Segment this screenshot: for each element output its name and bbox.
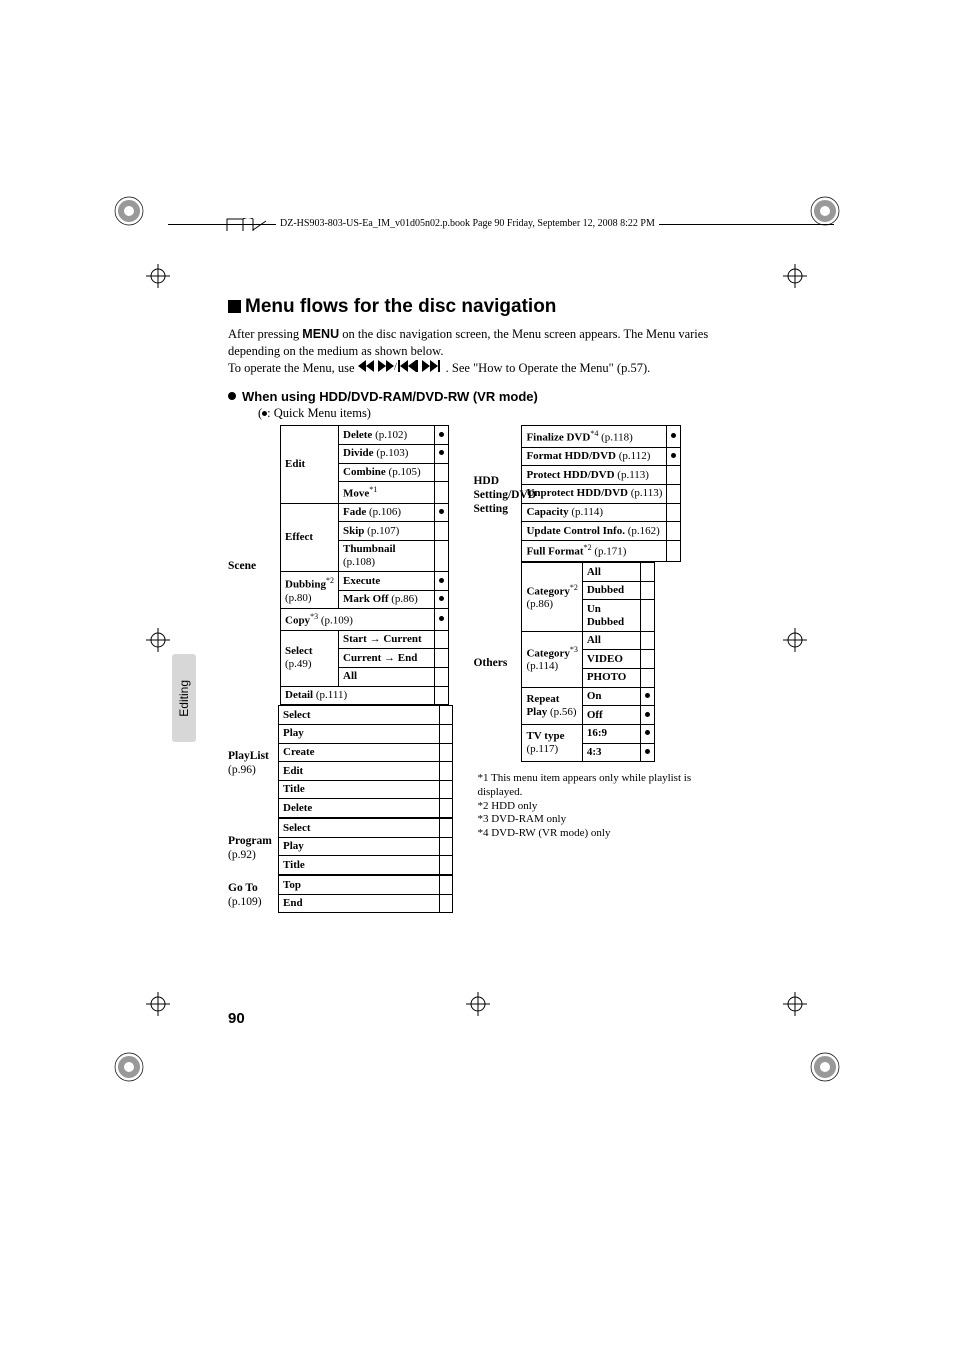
intro-text: After pressing MENU on the disc navigati…	[228, 326, 728, 377]
regmark-icon	[810, 196, 840, 226]
quick-legend: (: Quick Menu items)	[258, 406, 728, 421]
side-tab: Editing	[172, 654, 196, 742]
crosshair-icon	[146, 992, 170, 1016]
crosshair-icon	[783, 628, 807, 652]
page-title: Menu flows for the disc navigation	[228, 296, 728, 318]
crosshair-icon	[146, 264, 170, 288]
mode-heading: When using HDD/DVD-RAM/DVD-RW (VR mode)	[228, 389, 728, 404]
svg-text:/: /	[394, 362, 397, 372]
hdd-table: Finalize DVD*4 (p.118) Format HDD/DVD (p…	[521, 425, 681, 562]
program-label: Program(p.92)	[228, 818, 278, 875]
transport-icons: /	[358, 360, 446, 377]
scene-table: Edit Delete (p.102) Divide (p.103) Combi…	[280, 425, 449, 705]
others-table: Category*2(p.86) All Dubbed Un Dubbed Ca…	[521, 562, 654, 762]
goto-label: Go To(p.109)	[228, 875, 278, 913]
scene-label: Scene	[228, 425, 280, 705]
playlist-label: PlayList(p.96)	[228, 705, 278, 818]
regmark-icon	[114, 1052, 144, 1082]
hdd-label: HDD Setting/DVD Setting	[473, 425, 521, 562]
others-label: Others	[473, 562, 521, 762]
running-head: DZ-HS903-803-US-Ea_IM_v01d05n02.p.book P…	[276, 218, 659, 229]
crosshair-icon	[146, 628, 170, 652]
footnotes: *1 This menu item appears only while pla…	[477, 772, 728, 841]
regmark-icon	[810, 1052, 840, 1082]
side-tab-label: Editing	[177, 680, 191, 717]
playlist-table: Select Play Create Edit Title Delete	[278, 705, 453, 818]
goto-table: Top End	[278, 875, 453, 913]
program-table: Select Play Title	[278, 818, 453, 875]
crosshair-icon	[783, 264, 807, 288]
regmark-icon	[114, 196, 144, 226]
book-icon	[226, 218, 268, 232]
crosshair-icon	[783, 992, 807, 1016]
page-number: 90	[228, 1010, 245, 1027]
crosshair-icon	[466, 992, 490, 1016]
